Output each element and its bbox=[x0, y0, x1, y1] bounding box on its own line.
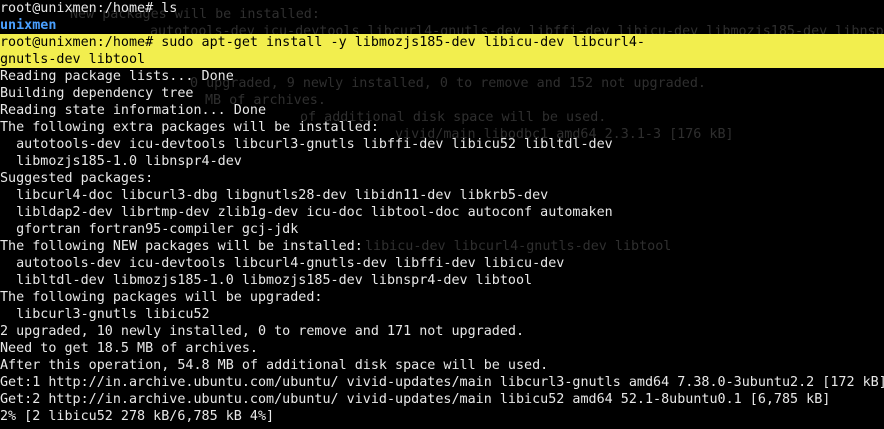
terminal-line: Reading package lists... Done bbox=[0, 69, 234, 84]
terminal-line: libcurl3-gnutls libicu52 bbox=[0, 307, 210, 322]
terminal-line: libldap2-dev librtmp-dev zlib1g-dev icu-… bbox=[0, 205, 613, 220]
terminal-line: Suggested packages: bbox=[0, 171, 154, 186]
terminal-line: After this operation, 54.8 MB of additio… bbox=[0, 358, 549, 373]
terminal-line: Reading state information... Done bbox=[0, 103, 267, 118]
highlighted-command-line: gnutls-dev libtool bbox=[0, 51, 884, 68]
terminal-line: Need to get 18.5 MB of archives. bbox=[0, 341, 258, 356]
terminal-line: libcurl4-doc libcurl3-dbg libgnutls28-de… bbox=[0, 188, 549, 203]
terminal-line: gfortran fortran95-compiler gcj-jdk bbox=[0, 222, 299, 237]
terminal-line: Get:2 http://in.archive.ubuntu.com/ubunt… bbox=[0, 392, 831, 407]
terminal-line: libltdl-dev libmozjs185-1.0 libmozjs185-… bbox=[0, 273, 533, 288]
terminal-line: autotools-dev icu-devtools libcurl3-gnut… bbox=[0, 137, 613, 152]
terminal-line: Building dependency tree bbox=[0, 86, 194, 101]
terminal-line: Get:1 http://in.archive.ubuntu.com/ubunt… bbox=[0, 375, 884, 390]
terminal-line: The following NEW packages will be insta… bbox=[0, 239, 363, 254]
terminal-line: 2 upgraded, 10 newly installed, 0 to rem… bbox=[0, 324, 525, 339]
terminal-line: root@unixmen:/home# ls bbox=[0, 1, 178, 16]
terminal-output: root@unixmen:/home# ls unixmen root@unix… bbox=[0, 0, 884, 425]
terminal-window[interactable]: New packages will be installed: autotool… bbox=[0, 0, 884, 429]
terminal-line: autotools-dev icu-devtools libcurl4-gnut… bbox=[0, 256, 565, 271]
progress-line: 2% [2 libicu52 278 kB/6,785 kB 4%] bbox=[0, 409, 275, 424]
terminal-line: The following packages will be upgraded: bbox=[0, 290, 323, 305]
terminal-line: libmozjs185-1.0 libnspr4-dev bbox=[0, 154, 242, 169]
highlighted-command-line: root@unixmen:/home# sudo apt-get install… bbox=[0, 34, 884, 51]
directory-listing: unixmen bbox=[0, 18, 57, 33]
terminal-line: The following extra packages will be ins… bbox=[0, 120, 379, 135]
